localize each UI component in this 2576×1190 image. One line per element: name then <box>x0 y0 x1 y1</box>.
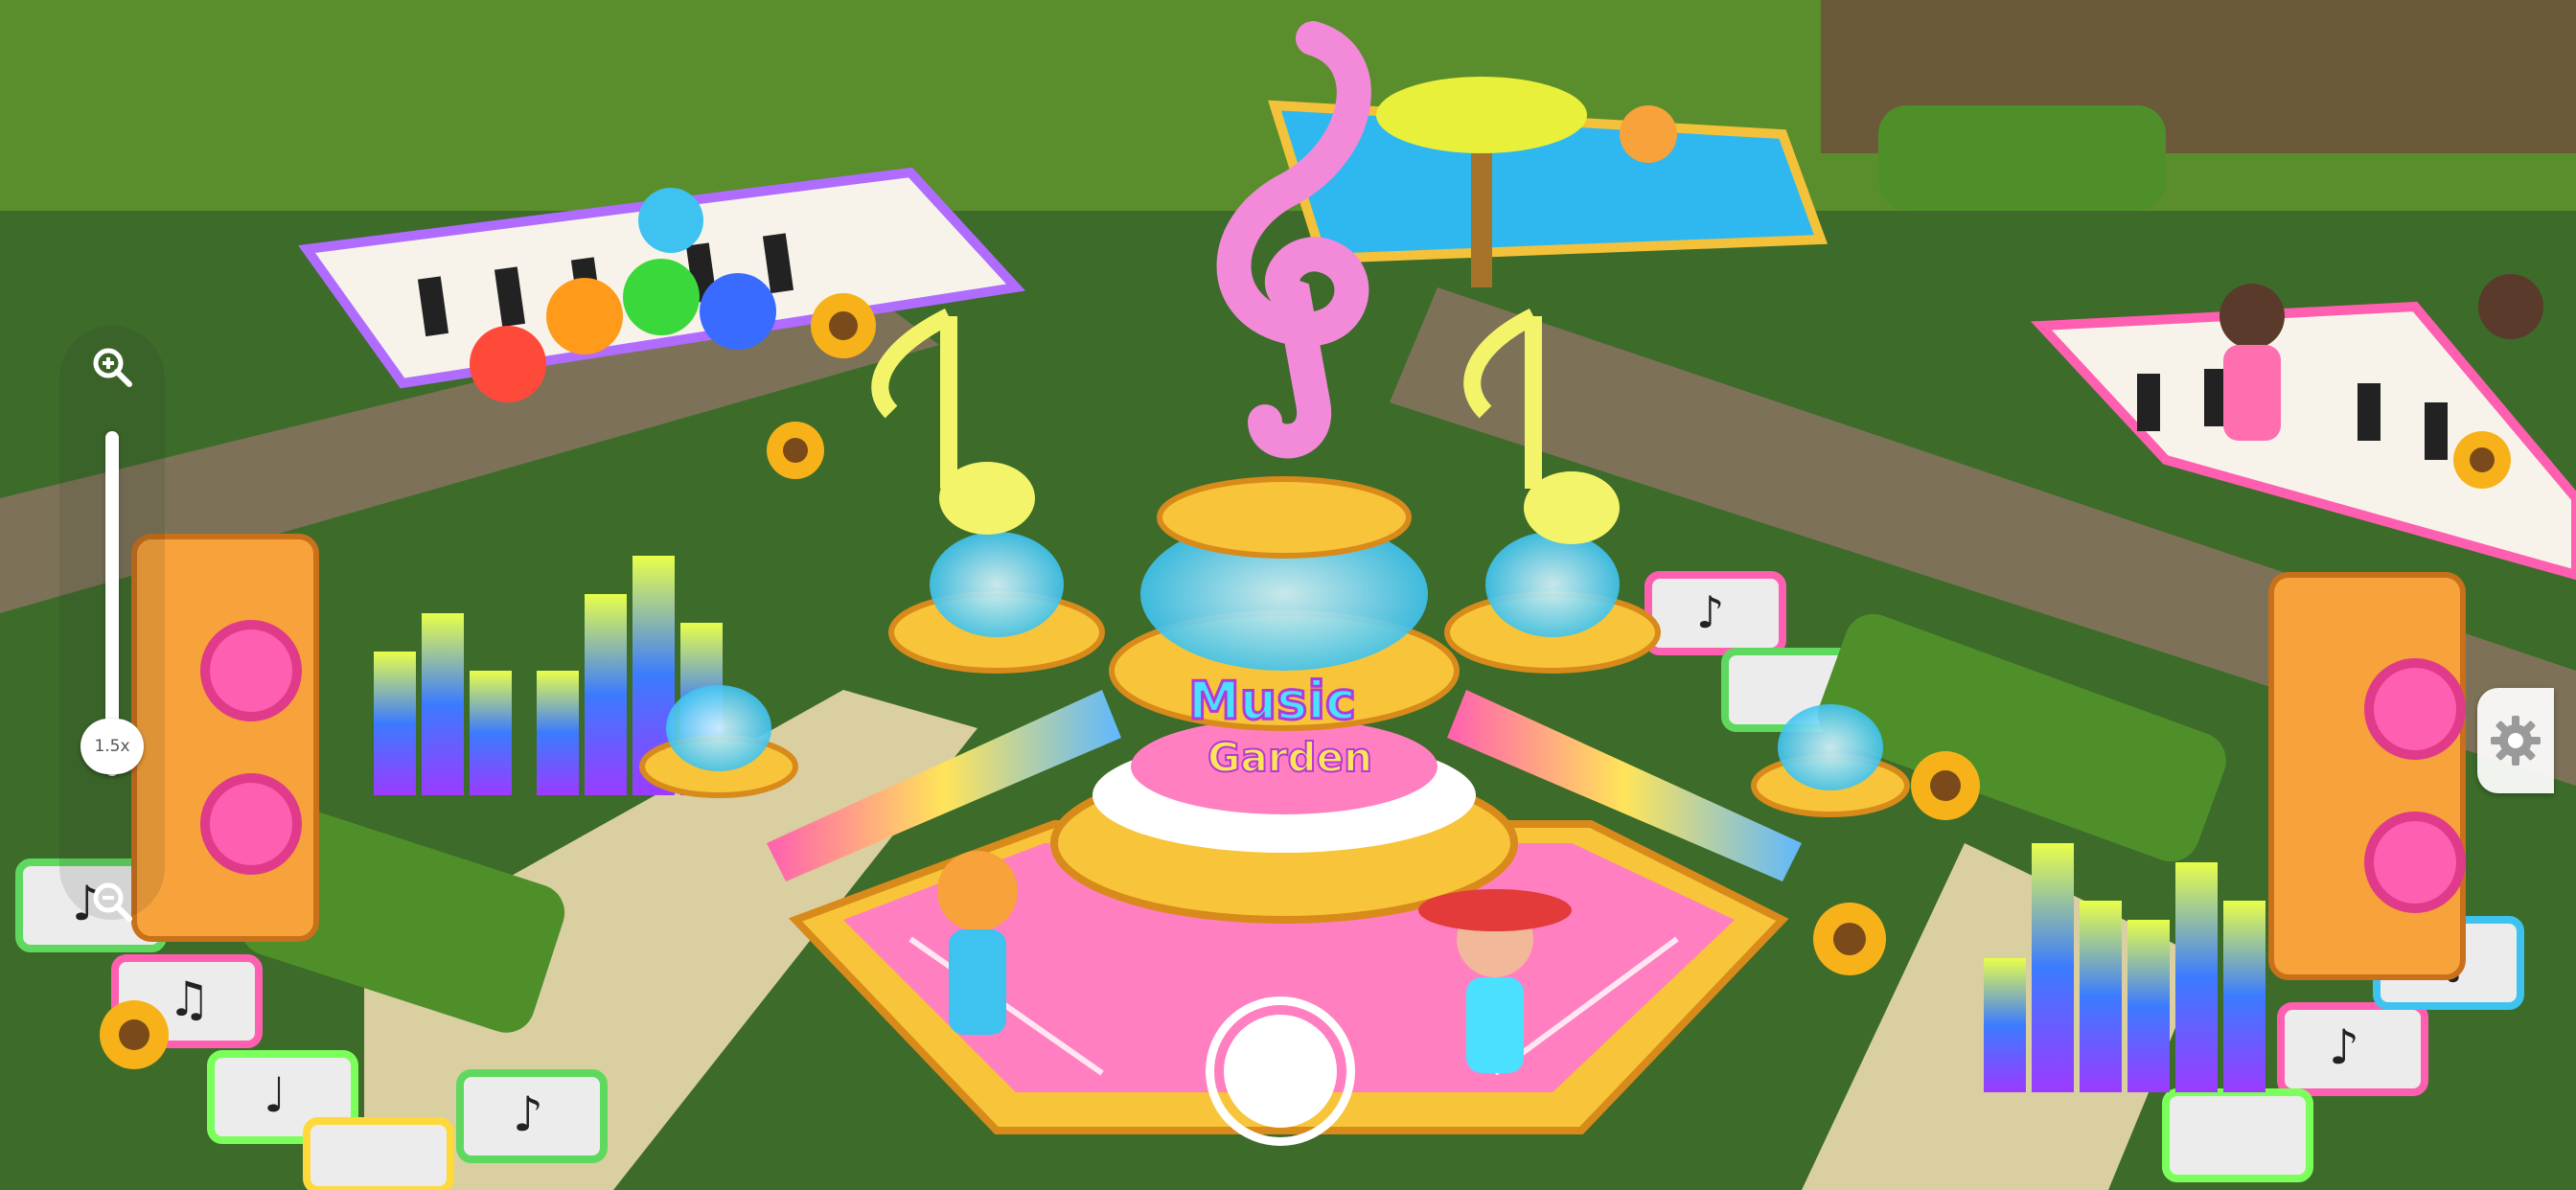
svg-text:♪: ♪ <box>1696 586 1724 638</box>
zoom-out-button[interactable] <box>80 870 144 933</box>
camera-shutter-button[interactable] <box>1206 996 1355 1146</box>
zoom-in-button[interactable] <box>80 335 144 399</box>
settings-button[interactable] <box>2477 688 2554 793</box>
svg-text:♫: ♫ <box>168 972 211 1027</box>
zoom-level-label: 1.5x <box>94 737 130 756</box>
zoom-slider-thumb[interactable]: 1.5x <box>80 719 144 774</box>
svg-text:♩: ♩ <box>264 1067 287 1123</box>
camera-shutter-icon <box>1224 1015 1337 1128</box>
gear-icon <box>2491 716 2541 766</box>
zoom-out-icon <box>93 882 132 922</box>
speaker-tower-right <box>2268 572 2466 980</box>
zoom-in-icon <box>93 348 132 387</box>
music-garden-sign: Music Garden <box>1187 670 1373 783</box>
svg-text:♪: ♪ <box>2329 1019 2359 1075</box>
svg-text:Garden: Garden <box>1208 734 1372 781</box>
svg-text:♪: ♪ <box>513 1087 543 1142</box>
svg-text:Music: Music <box>1188 671 1356 731</box>
